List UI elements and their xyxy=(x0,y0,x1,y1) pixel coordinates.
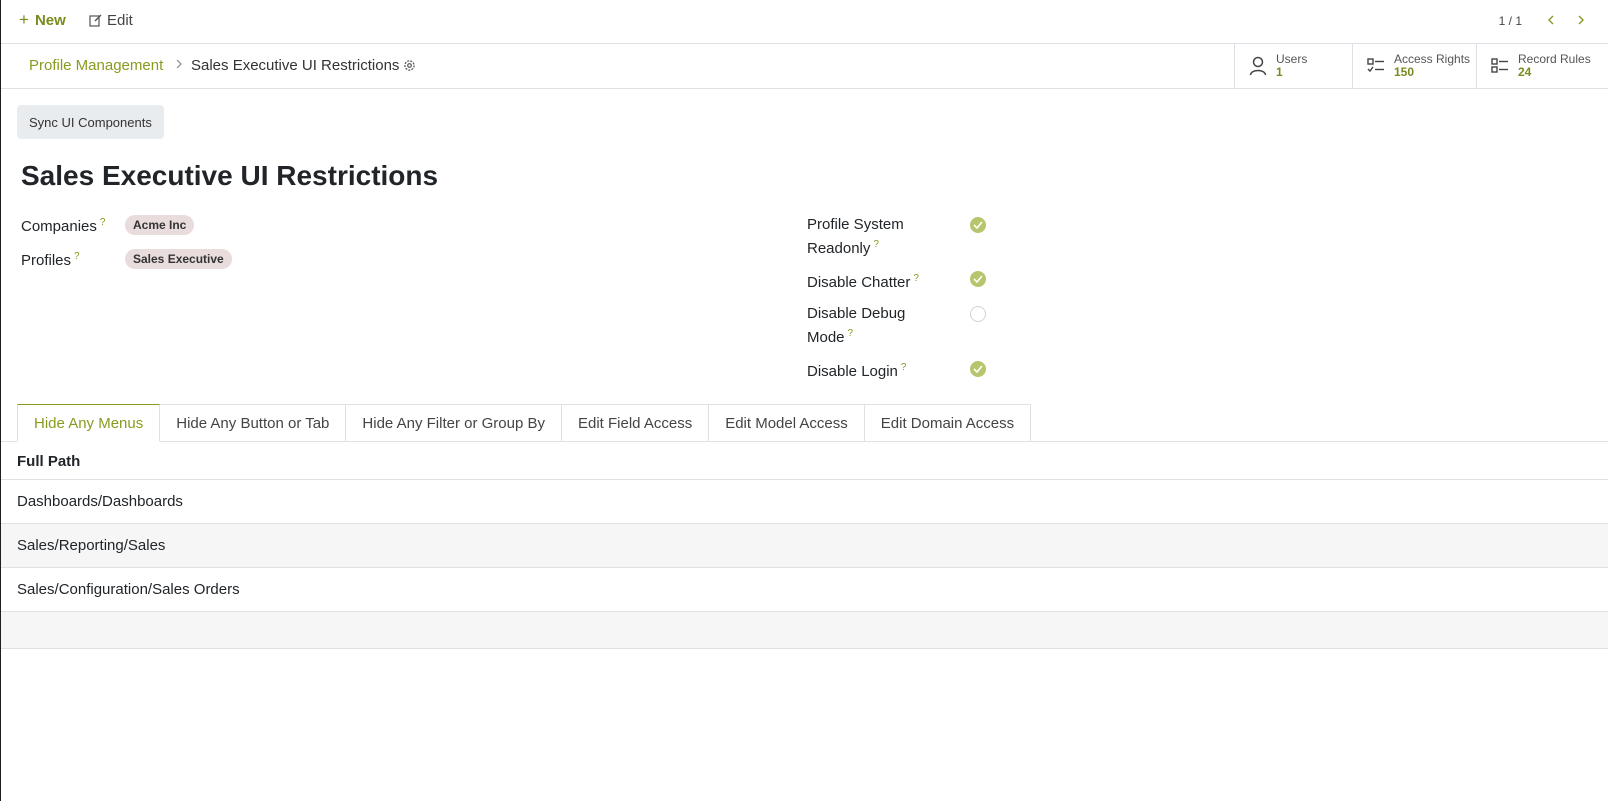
tab-edit-field-access[interactable]: Edit Field Access xyxy=(561,404,710,442)
disable-debug-mode-label: Disable Debug Mode? xyxy=(807,305,906,346)
table-header: Full Path xyxy=(1,442,1608,480)
plus-icon: + xyxy=(19,10,29,29)
help-tooltip-icon[interactable]: ? xyxy=(873,239,879,250)
disable-login-checkbox[interactable] xyxy=(970,361,986,377)
companies-label: Companies? xyxy=(21,217,106,235)
access-rights-count: 150 xyxy=(1394,65,1415,79)
table-row[interactable]: Sales/Reporting/Sales xyxy=(1,524,1608,568)
profile-tag[interactable]: Sales Executive xyxy=(125,249,232,269)
full-path-cell: Dashboards/Dashboards xyxy=(17,493,183,510)
help-tooltip-icon[interactable]: ? xyxy=(74,251,80,262)
edit-icon xyxy=(89,14,102,27)
disable-debug-mode-checkbox[interactable] xyxy=(970,306,986,322)
users-smart-button[interactable]: Users 1 xyxy=(1234,44,1352,88)
table-row[interactable]: Dashboards/Dashboards xyxy=(1,480,1608,524)
edit-button-label: Edit xyxy=(107,11,133,29)
breadcrumb-separator-icon xyxy=(176,59,182,69)
breadcrumb-profile-management[interactable]: Profile Management xyxy=(29,57,163,74)
profile-system-readonly-checkbox[interactable] xyxy=(970,217,986,233)
check-icon xyxy=(973,275,983,283)
help-tooltip-icon[interactable]: ? xyxy=(848,328,854,339)
new-button-label: New xyxy=(34,11,66,29)
help-tooltip-icon[interactable]: ? xyxy=(100,217,106,228)
record-rules-count: 24 xyxy=(1518,65,1532,79)
column-header-full-path[interactable]: Full Path xyxy=(17,453,80,470)
check-icon xyxy=(973,365,983,373)
list-check-icon xyxy=(1365,55,1387,77)
sync-ui-components-button[interactable]: Sync UI Components xyxy=(17,105,164,139)
table-empty-row xyxy=(1,612,1608,649)
notebook-tabs: Hide Any Menus Hide Any Button or Tab Hi… xyxy=(17,404,1032,442)
record-title[interactable]: Sales Executive UI Restrictions xyxy=(21,160,438,192)
control-panel: + New Edit 1 / 1 xyxy=(1,0,1608,44)
full-path-cell: Sales/Reporting/Sales xyxy=(17,537,166,554)
disable-chatter-checkbox[interactable] xyxy=(970,271,986,287)
record-rules-smart-button[interactable]: Record Rules 24 xyxy=(1476,44,1608,88)
pager-value[interactable]: 1 / 1 xyxy=(1499,14,1522,28)
user-icon xyxy=(1247,55,1269,77)
tab-hide-any-filter-or-group-by[interactable]: Hide Any Filter or Group By xyxy=(346,404,562,442)
table-row[interactable]: Sales/Configuration/Sales Orders xyxy=(1,568,1608,612)
pager-next-button[interactable] xyxy=(1572,11,1590,29)
gear-icon[interactable] xyxy=(403,59,416,72)
tab-hide-any-button-or-tab[interactable]: Hide Any Button or Tab xyxy=(160,404,347,442)
tab-hide-any-menus[interactable]: Hide Any Menus xyxy=(17,404,161,442)
list-icon xyxy=(1489,55,1511,77)
help-tooltip-icon[interactable]: ? xyxy=(901,362,907,373)
window-left-edge xyxy=(0,0,1,801)
edit-button[interactable]: Edit xyxy=(89,9,133,31)
chevron-left-icon xyxy=(1548,15,1554,25)
help-tooltip-icon[interactable]: ? xyxy=(913,273,919,284)
profile-system-readonly-label: Profile System Readonly? xyxy=(807,216,904,257)
disable-login-label: Disable Login? xyxy=(807,362,907,380)
tab-edit-domain-access[interactable]: Edit Domain Access xyxy=(864,404,1032,442)
new-button[interactable]: + New xyxy=(19,9,66,31)
chevron-right-icon xyxy=(1578,15,1584,25)
check-icon xyxy=(973,221,983,229)
full-path-cell: Sales/Configuration/Sales Orders xyxy=(17,581,240,598)
access-rights-smart-button[interactable]: Access Rights 150 xyxy=(1352,44,1476,88)
breadcrumb-bar: Profile Management Sales Executive UI Re… xyxy=(1,44,1608,89)
disable-chatter-label: Disable Chatter? xyxy=(807,273,919,291)
company-tag[interactable]: Acme Inc xyxy=(125,215,195,235)
pager-previous-button[interactable] xyxy=(1542,11,1560,29)
users-count: 1 xyxy=(1276,65,1283,79)
tab-edit-model-access[interactable]: Edit Model Access xyxy=(709,404,865,442)
breadcrumb-current: Sales Executive UI Restrictions xyxy=(191,57,400,74)
profiles-label: Profiles? xyxy=(21,251,80,269)
